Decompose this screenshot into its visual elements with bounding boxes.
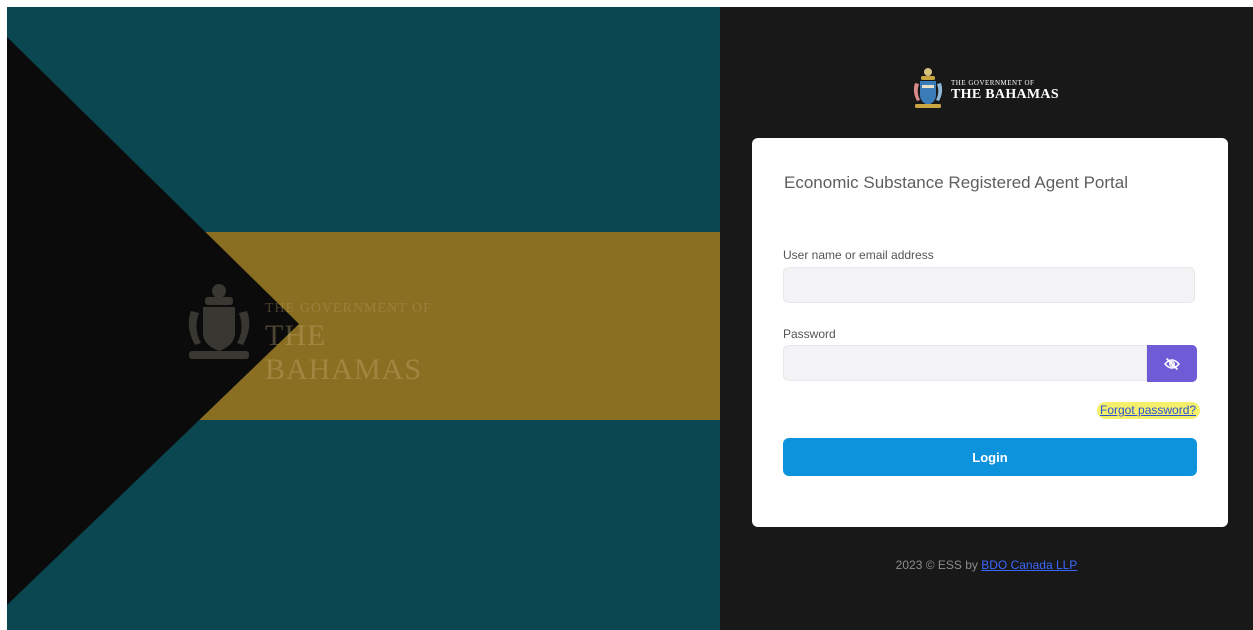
watermark-line1: THE GOVERNMENT OF — [265, 301, 432, 316]
bdo-canada-link[interactable]: BDO Canada LLP — [981, 558, 1077, 572]
username-input[interactable] — [783, 267, 1195, 303]
watermark-line2: THE BAHAMAS — [265, 319, 423, 386]
login-panel: THE GOVERNMENT OF THE BAHAMAS Economic S… — [720, 7, 1253, 630]
toggle-password-visibility-button[interactable] — [1147, 345, 1197, 382]
password-label: Password — [783, 327, 836, 341]
login-button[interactable]: Login — [783, 438, 1197, 476]
coat-of-arms-icon — [188, 284, 250, 359]
username-label: User name or email address — [783, 248, 934, 262]
coat-of-arms-icon — [913, 68, 943, 108]
portal-title: Economic Substance Registered Agent Port… — [784, 173, 1128, 192]
password-input[interactable] — [783, 345, 1147, 381]
logo-line2: THE BAHAMAS — [951, 87, 1059, 102]
logo-line1: THE GOVERNMENT OF — [951, 79, 1035, 87]
hero-watermark: THE GOVERNMENT OF THE BAHAMAS — [183, 281, 483, 386]
eye-slash-icon — [1164, 357, 1180, 370]
login-card: Economic Substance Registered Agent Port… — [752, 138, 1228, 527]
footer-copyright: 2023 © ESS by — [895, 558, 978, 572]
forgot-password-link[interactable]: Forgot password? — [1097, 402, 1201, 419]
hero-flag-panel: THE GOVERNMENT OF THE BAHAMAS — [7, 7, 720, 630]
government-logo: THE GOVERNMENT OF THE BAHAMAS — [913, 67, 1073, 111]
footer: 2023 © ESS by BDO Canada LLP — [720, 558, 1253, 572]
